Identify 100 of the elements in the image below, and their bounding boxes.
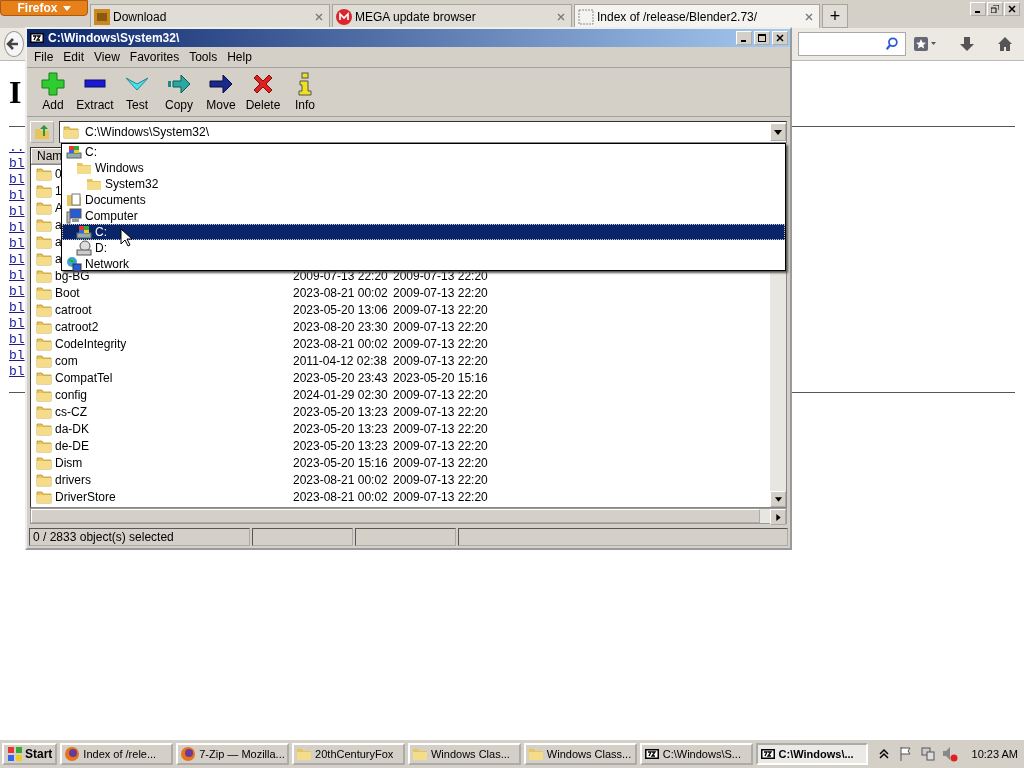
disk-drive-icon bbox=[76, 240, 92, 256]
file-link[interactable]: bl bbox=[9, 220, 25, 236]
back-button[interactable] bbox=[4, 31, 24, 57]
folder-icon bbox=[36, 488, 52, 505]
star-icon bbox=[913, 36, 937, 52]
folder-icon bbox=[36, 318, 52, 335]
dropdown-item[interactable]: System32 bbox=[62, 176, 785, 192]
minimize-button[interactable] bbox=[970, 2, 986, 16]
download-arrow-icon bbox=[959, 36, 975, 52]
taskbar-button[interactable]: C:\Windows\S... bbox=[639, 743, 753, 765]
table-cell-text: 2009-07-13 22:20 bbox=[393, 353, 489, 368]
start-button[interactable]: Start bbox=[2, 743, 58, 765]
page-heading: I bbox=[9, 74, 22, 110]
file-link[interactable]: bl bbox=[9, 300, 25, 316]
close-icon[interactable] bbox=[557, 12, 565, 21]
browser-tab[interactable]: Index of /release/Blender2.73/ bbox=[574, 4, 820, 28]
taskbar-button[interactable]: 20thCenturyFox bbox=[292, 743, 405, 765]
taskbar-button[interactable]: Index of /rele... bbox=[60, 743, 174, 765]
flag-icon[interactable] bbox=[897, 746, 914, 762]
table-cell-text: 2009-07-13 22:20 bbox=[393, 438, 489, 453]
file-name: 0 bbox=[55, 166, 62, 181]
dropdown-item[interactable]: D: bbox=[62, 240, 785, 256]
file-link[interactable]: bl bbox=[9, 316, 25, 332]
file-link[interactable]: bl bbox=[9, 332, 25, 348]
file-link[interactable]: bl bbox=[9, 348, 25, 364]
archive-icon bbox=[29, 30, 45, 46]
file-link[interactable]: bl bbox=[9, 252, 25, 268]
dropdown-item[interactable]: C: bbox=[62, 144, 785, 160]
taskbar-button[interactable]: Windows Clas... bbox=[407, 743, 521, 765]
folder-icon bbox=[76, 160, 92, 176]
path-combo-box[interactable]: C:\Windows\System32\ bbox=[59, 121, 787, 143]
toolbar-button[interactable]: Delete bbox=[242, 72, 284, 112]
taskbar-button[interactable]: 7-Zip — Mozilla... bbox=[176, 743, 290, 765]
toolbar-button[interactable]: Info bbox=[284, 72, 326, 112]
dropdown-item[interactable]: Computer bbox=[62, 208, 785, 224]
home-icon bbox=[997, 36, 1013, 52]
toolbar-button[interactable]: Copy bbox=[158, 72, 200, 112]
up-folder-button[interactable] bbox=[30, 121, 54, 143]
folder-icon bbox=[36, 216, 52, 233]
taskbar-button[interactable]: Windows Class... bbox=[523, 743, 637, 765]
arrow-icon bbox=[209, 72, 233, 96]
table-cell-text: 2023-08-21 00:02 bbox=[293, 472, 389, 487]
archive-icon bbox=[759, 746, 776, 762]
file-link[interactable]: bl bbox=[9, 188, 25, 204]
browser-tab[interactable]: MEGA update browser bbox=[332, 4, 572, 28]
dropdown-item[interactable]: Documents bbox=[62, 192, 785, 208]
file-link[interactable]: bl bbox=[9, 156, 25, 172]
table-cell-text: 2023-05-20 13:23 bbox=[293, 438, 389, 453]
menu-item[interactable]: Favorites bbox=[124, 50, 185, 64]
menu-item[interactable]: Tools bbox=[184, 50, 223, 64]
network-icon[interactable] bbox=[919, 746, 936, 762]
file-link[interactable]: bl bbox=[9, 364, 25, 380]
close-icon[interactable] bbox=[315, 12, 323, 21]
file-name: Dism bbox=[55, 455, 83, 470]
file-name: a bbox=[55, 217, 62, 232]
file-name: catroot2 bbox=[55, 319, 99, 334]
dropdown-item[interactable]: C: bbox=[62, 224, 785, 240]
file-link[interactable]: bl bbox=[9, 284, 25, 300]
menu-item[interactable]: Help bbox=[222, 50, 257, 64]
menu-item[interactable]: File bbox=[29, 50, 59, 64]
table-cell-text: 2009-07-13 22:20 bbox=[393, 387, 489, 402]
menu-item[interactable]: Edit bbox=[58, 50, 90, 64]
drive-icon bbox=[66, 144, 82, 160]
table-cell-text: 2023-05-20 15:16 bbox=[393, 370, 489, 385]
toolbar-button[interactable]: Test bbox=[116, 72, 158, 112]
clock[interactable]: 10:23 AM bbox=[971, 748, 1018, 760]
new-tab-button[interactable]: + bbox=[822, 4, 848, 28]
minimize-button[interactable] bbox=[736, 31, 752, 45]
file-name: config bbox=[55, 387, 88, 402]
menu-item[interactable]: View bbox=[89, 50, 125, 64]
toolbar-button[interactable]: Extract bbox=[74, 72, 116, 112]
close-icon bbox=[776, 34, 784, 42]
file-link[interactable]: bl bbox=[9, 268, 25, 284]
firefox-icon bbox=[64, 746, 81, 762]
restore-button[interactable] bbox=[987, 2, 1003, 16]
toolbar-button[interactable]: Add bbox=[32, 72, 74, 112]
file-link[interactable]: bl bbox=[9, 204, 25, 220]
table-cell-text: 2023-05-20 13:06 bbox=[293, 302, 389, 317]
horizontal-scrollbar[interactable] bbox=[30, 508, 787, 524]
table-cell-text: 2023-08-21 00:02 bbox=[293, 489, 389, 504]
file-link[interactable]: bl bbox=[9, 236, 25, 252]
folder-icon bbox=[411, 746, 428, 762]
browser-tab[interactable]: Download bbox=[90, 4, 330, 28]
taskbar-button[interactable]: C:\Windows\... bbox=[755, 743, 869, 765]
maximize-button[interactable] bbox=[754, 31, 770, 45]
dropdown-button[interactable] bbox=[770, 123, 786, 141]
search-field[interactable] bbox=[798, 32, 906, 56]
file-name: DriverStore bbox=[55, 489, 116, 504]
speaker-muted-icon[interactable] bbox=[941, 746, 958, 762]
close-button[interactable] bbox=[1004, 2, 1020, 16]
dropdown-item[interactable]: Windows bbox=[62, 160, 785, 176]
logo-icon bbox=[336, 8, 352, 25]
close-button[interactable] bbox=[772, 31, 788, 45]
toolbar-button[interactable]: Move bbox=[200, 72, 242, 112]
parent-directory-link[interactable]: .. bbox=[9, 140, 25, 156]
file-link[interactable]: bl bbox=[9, 172, 25, 188]
file-name: a bbox=[55, 251, 62, 266]
folder-icon bbox=[36, 369, 52, 386]
close-icon[interactable] bbox=[805, 12, 813, 21]
folder-icon bbox=[86, 176, 102, 192]
